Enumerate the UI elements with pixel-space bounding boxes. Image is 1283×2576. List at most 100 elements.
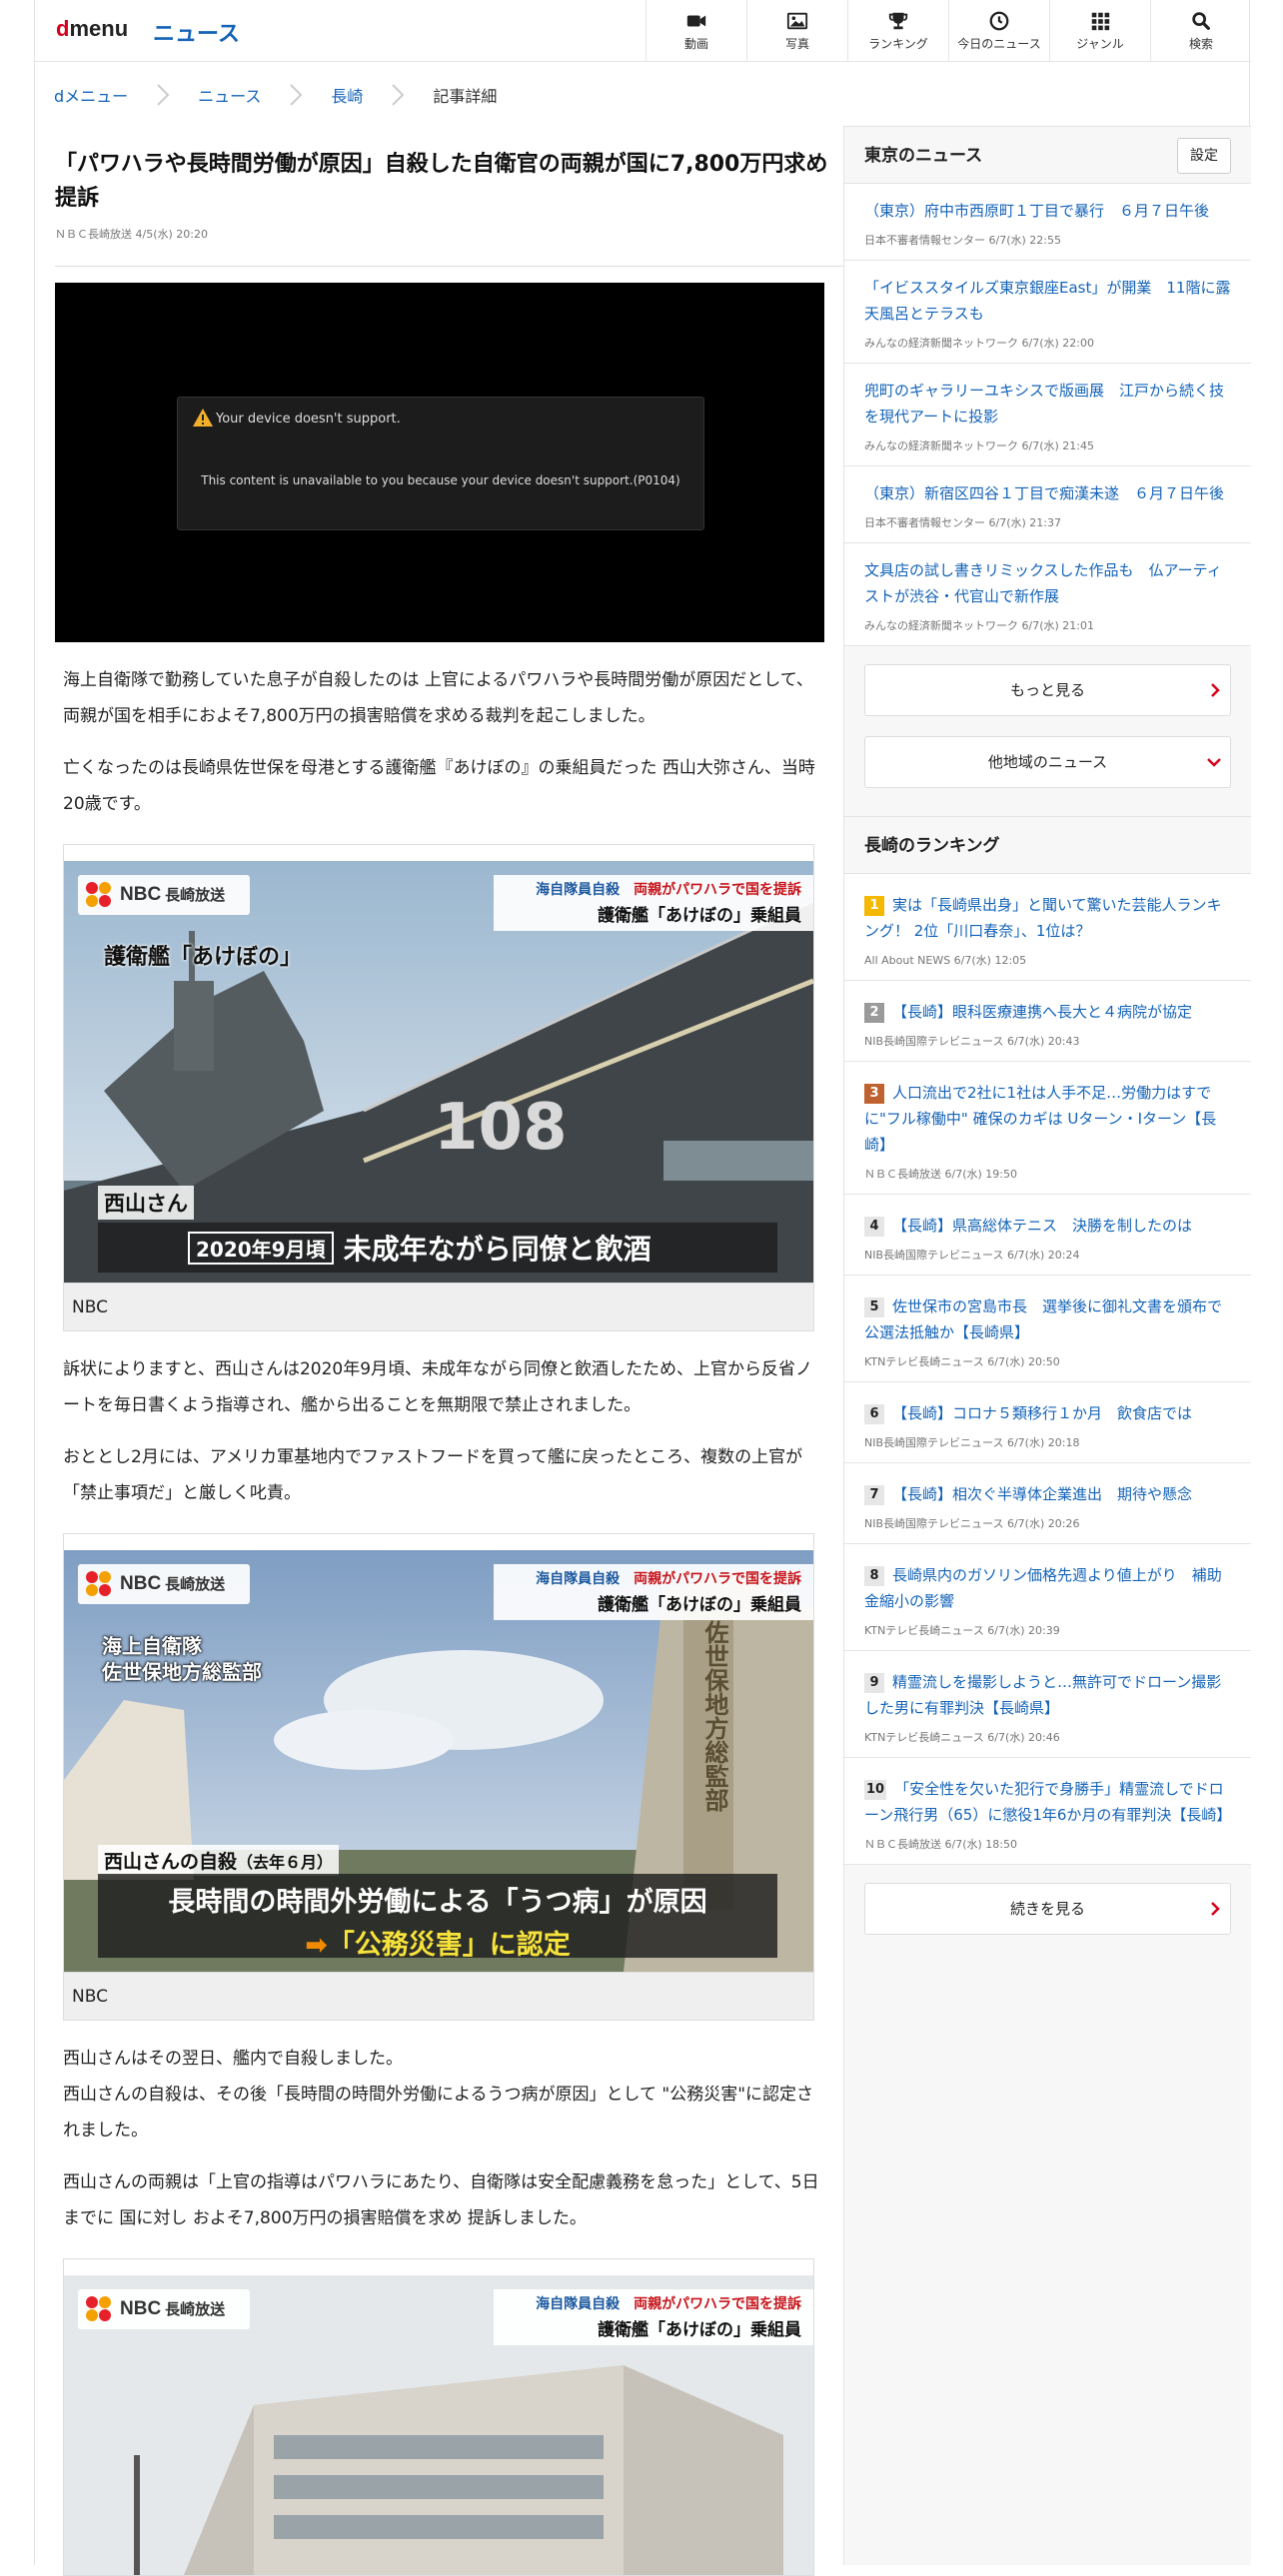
ranking-title[interactable]: 【長崎】眼科医療連携へ長大と４病院が協定 — [892, 1003, 1192, 1021]
building-photo[interactable]: NBC 長崎放送 海自隊員自殺 両親がパワハラで国を提訴 護衛艦「あけぼの」乗組員 — [64, 2275, 813, 2575]
video-error-box: Your device doesn't support. This conten… — [177, 397, 704, 530]
news-item[interactable]: （東京）府中市西原町１丁目で暴行 ６月７日午後 日本不審者情報センター 6/7(水… — [844, 184, 1251, 261]
more-news-button[interactable]: もっと見る — [864, 664, 1231, 716]
video-player[interactable]: Your device doesn't support. This conten… — [55, 283, 824, 642]
ranking-item[interactable]: 10 「安全性を欠いた犯行で身勝手」精霊流しでドローン飛行男（65）に懲役1年6か… — [844, 1758, 1251, 1865]
ranking-title[interactable]: 人口流出で2社に1社は人手不足…労働力はすでに"フル稼働中" 確保のカギは Uタ… — [864, 1084, 1216, 1154]
news-title[interactable]: （東京）府中市西原町１丁目で暴行 ６月７日午後 — [864, 198, 1231, 224]
grid-icon — [1091, 12, 1110, 31]
lower-text-2-value: 「公務災害」に認定 — [327, 1930, 571, 1961]
ranking-item[interactable]: 6 【長崎】コロナ５類移行１か月 飲食店では NIB長崎国際テレビニュース 6/7(… — [844, 1382, 1251, 1463]
video-icon — [686, 15, 706, 27]
ranking-title[interactable]: 【長崎】県高総体テニス 決勝を制したのは — [892, 1217, 1192, 1235]
nbc-sub: 長崎放送 — [165, 1576, 226, 1593]
breadcrumb-dmenu[interactable]: dメニュー — [54, 83, 128, 107]
more-news-label: もっと見る — [1009, 681, 1085, 699]
ranking-item[interactable]: 9 精霊流しを撮影しようと…無許可でドローン撮影した男に有罪判決【長崎県】 KTNテ… — [844, 1651, 1251, 1758]
nbc-text: NBC — [120, 884, 162, 905]
rank-number: 2 — [864, 1003, 884, 1023]
ranking-item[interactable]: 5 佐世保市の宮島市長 選挙後に御礼文書を頒布で公選法抵触か【長崎県】 KTNテレビ… — [844, 1276, 1251, 1382]
rank-number: 6 — [864, 1404, 884, 1424]
rank-number: 10 — [864, 1780, 887, 1800]
ship-photo[interactable]: NBC 長崎放送 海自隊員自殺 両親がパワハラで国を提訴 護衛艦「あけぼの」乗組員… — [64, 861, 813, 1283]
other-region-button[interactable]: 他地域のニュース — [864, 736, 1231, 788]
warning-icon — [193, 409, 213, 427]
date-tag: 2020年9月頃 — [188, 1231, 334, 1265]
news-title[interactable]: （東京）新宿区四谷１丁目で痴漢未遂 ６月７日午後 — [864, 480, 1231, 506]
ranking-item[interactable]: 7 【長崎】相次ぐ半導体企業進出 期待や懸念 NIB長崎国際テレビニュース 6/7(… — [844, 1463, 1251, 1544]
page-frame: dmenu ニュース 動画 写真 ランキング 今日のニュース ジャンル 検索 d… — [34, 0, 1251, 2576]
tokyo-news-title: 東京のニュース — [864, 146, 983, 166]
nav-today-label: 今日のニュース — [957, 37, 1041, 51]
trophy-icon — [888, 12, 908, 30]
logo-rest: menu — [69, 16, 129, 41]
news-title[interactable]: 「イビススタイルズ東京銀座East」が開業 11階に露天風呂とテラスも — [864, 275, 1231, 327]
chevron-right-icon — [1211, 1902, 1220, 1916]
breadcrumb-article: 記事詳細 — [433, 87, 498, 106]
article-paragraph: おととし2月には、アメリカ軍基地内でファストフードを買って艦に戻ったところ、複数… — [63, 1447, 803, 1503]
see-more-ranking-button[interactable]: 続きを見る — [864, 1883, 1231, 1935]
news-title[interactable]: 文具店の試し書きリミックスした作品も 仏アーティストが渋谷・代官山で新作展 — [864, 557, 1231, 609]
ranking-source: KTNテレビ長崎ニュース 6/7(水) 20:50 — [864, 1355, 1060, 1368]
telop-headline: 両親がパワハラで国を提訴 — [634, 1571, 801, 1587]
lower-third: 2020年9月頃 未成年ながら同僚と飲酒 — [98, 1223, 777, 1273]
nbc-sub: 長崎放送 — [165, 887, 226, 904]
article-figure: NBC 長崎放送 海自隊員自殺 両親がパワハラで国を提訴 護衛艦「あけぼの」乗組員… — [63, 1533, 814, 2021]
nav-video[interactable]: 動画 — [645, 0, 746, 62]
nbc-badge: NBC 長崎放送 — [78, 2289, 250, 2329]
settings-button[interactable]: 設定 — [1177, 138, 1231, 174]
news-title[interactable]: 兜町のギャラリーユキシスで版画展 江戸から続く技を現代アートに投影 — [864, 378, 1231, 429]
nav-ranking[interactable]: ランキング — [847, 0, 948, 62]
location-label-2: 佐世保地方総監部 — [102, 1660, 262, 1684]
ranking-title[interactable]: 長崎県内のガソリン価格先週より値上がり 補助金縮小の影響 — [864, 1566, 1222, 1610]
other-region-label: 他地域のニュース — [987, 753, 1108, 771]
nav-genre-label: ジャンル — [1076, 37, 1124, 51]
ranking-item[interactable]: 4 【長崎】県高総体テニス 決勝を制したのは NIB長崎国際テレビニュース 6/7(… — [844, 1195, 1251, 1276]
ranking-title[interactable]: 「安全性を欠いた犯行で身勝手」精霊流しでドローン飛行男（65）に懲役1年6か月の… — [864, 1780, 1231, 1824]
figure-caption: NBC — [64, 1283, 813, 1330]
ranking-title[interactable]: 佐世保市の宮島市長 選挙後に御礼文書を頒布で公選法抵触か【長崎県】 — [864, 1297, 1222, 1341]
ranking-item[interactable]: 3 人口流出で2社に1社は人手不足…労働力はすでに"フル稼働中" 確保のカギは U… — [844, 1062, 1251, 1195]
chevron-right-icon — [383, 83, 413, 107]
telop-top: 海自隊員自殺 両親がパワハラで国を提訴 護衛艦「あけぼの」乗組員 — [494, 1564, 813, 1620]
nav-photo[interactable]: 写真 — [746, 0, 847, 62]
ranking-title[interactable]: 実は「長崎県出身」と聞いて驚いた芸能人ランキング！ 2位「川口春奈」、1位は？ — [864, 896, 1222, 940]
hull-number: 108 — [434, 1091, 568, 1165]
nbc-logo-icon — [86, 2296, 112, 2322]
tokyo-news-heading: 東京のニュース 設定 — [844, 126, 1251, 184]
telop-tag: 海自隊員自殺 — [536, 2296, 621, 2312]
gate-sign: 佐世保地方総監部 — [700, 1620, 728, 1812]
nav-today[interactable]: 今日のニュース — [948, 0, 1049, 62]
site-title[interactable]: ニュース — [153, 16, 240, 48]
sidebar: 東京のニュース 設定 （東京）府中市西原町１丁目で暴行 ６月７日午後 日本不審者情… — [843, 126, 1251, 2565]
nav-ranking-label: ランキング — [868, 37, 928, 51]
gate-photo[interactable]: NBC 長崎放送 海自隊員自殺 両親がパワハラで国を提訴 護衛艦「あけぼの」乗組員… — [64, 1550, 813, 1972]
ranking-title[interactable]: 精霊流しを撮影しようと…無許可でドローン撮影した男に有罪判決【長崎県】 — [864, 1673, 1221, 1717]
news-item[interactable]: 「イビススタイルズ東京銀座East」が開業 11階に露天風呂とテラスも みんなの経… — [844, 261, 1251, 364]
breadcrumb-news[interactable]: ニュース — [198, 83, 261, 107]
news-item[interactable]: 文具店の試し書きリミックスした作品も 仏アーティストが渋谷・代官山で新作展みんな… — [844, 543, 1251, 646]
figure-caption: NBC — [64, 1972, 813, 2020]
ranking-source: KTNテレビ長崎ニュース 6/7(水) 20:46 — [864, 1731, 1060, 1744]
chevron-down-icon — [1207, 758, 1221, 767]
telop-headline: 両親がパワハラで国を提訴 — [634, 2296, 801, 2312]
article: 「パワハラや長時間労働が原因」自殺した自衛官の両親が国に7,800万円求め提訴 … — [55, 126, 844, 2576]
nav-search[interactable]: 検索 — [1150, 0, 1251, 62]
news-source: みんなの経済新聞ネットワーク 6/7(水) 21:01 — [864, 619, 1094, 632]
nbc-logo-icon — [86, 1571, 112, 1597]
ranking-item[interactable]: 8 長崎県内のガソリン価格先週より値上がり 補助金縮小の影響 KTNテレビ長崎ニュー… — [844, 1544, 1251, 1651]
ranking-source: NIB長崎国際テレビニュース 6/7(水) 20:24 — [864, 1249, 1080, 1262]
dmenu-logo[interactable]: dmenu — [56, 16, 128, 42]
breadcrumb-nagasaki[interactable]: 長崎 — [331, 83, 363, 107]
ranking-title[interactable]: 【長崎】相次ぐ半導体企業進出 期待や懸念 — [892, 1485, 1192, 1503]
telop-sub: 護衛艦「あけぼの」乗組員 — [598, 2320, 801, 2340]
nav-genre[interactable]: ジャンル — [1049, 0, 1150, 62]
news-item[interactable]: 兜町のギャラリーユキシスで版画展 江戸から続く技を現代アートに投影 みんなの経済新… — [844, 364, 1251, 466]
ranking-item[interactable]: 2 【長崎】眼科医療連携へ長大と４病院が協定 NIB長崎国際テレビニュース 6/7(… — [844, 981, 1251, 1062]
rank-number: 8 — [864, 1566, 884, 1586]
news-item[interactable]: （東京）新宿区四谷１丁目で痴漢未遂 ６月７日午後 日本不審者情報センター 6/7(… — [844, 466, 1251, 543]
date-tag: （去年６月） — [237, 1853, 334, 1872]
ranking-item[interactable]: 1 実は「長崎県出身」と聞いて驚いた芸能人ランキング！ 2位「川口春奈」、1位は？… — [844, 874, 1251, 981]
logo-d: d — [56, 16, 70, 41]
ranking-title[interactable]: 【長崎】コロナ５類移行１か月 飲食店では — [892, 1404, 1192, 1422]
